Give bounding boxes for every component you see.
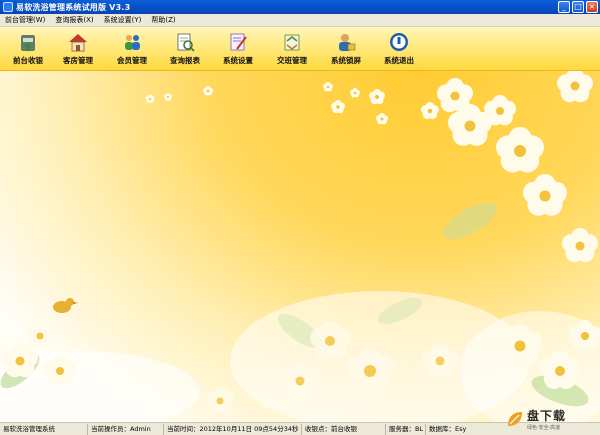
cash-register-icon: $ [21, 35, 35, 53]
main-background [0, 71, 600, 422]
system-exit-button[interactable]: 系统退出 [373, 31, 425, 69]
members-icon [125, 35, 140, 50]
toolbar-label: 前台收银 [13, 56, 43, 65]
user-lock-icon [339, 34, 356, 51]
toolbar-label: 系统设置 [223, 56, 253, 65]
svg-text:$: $ [25, 42, 32, 53]
menu-front-desk[interactable]: 前台管理(W) [0, 15, 50, 25]
report-search-icon [177, 33, 195, 52]
toolbar-label: 会员管理 [117, 56, 147, 65]
menu-settings[interactable]: 系统设置(Y) [99, 15, 147, 25]
system-settings-button[interactable]: 系统设置 [212, 31, 264, 69]
leaf-logo-icon [508, 412, 522, 426]
menu-reports[interactable]: 查询报表(X) [50, 15, 98, 25]
toolbar-label: 系统退出 [384, 56, 414, 65]
maximize-button[interactable]: □ [572, 1, 584, 13]
shift-management-button[interactable]: 交班管理 [266, 31, 318, 69]
watermark-subtitle: 绿色·安全·高速 [527, 425, 561, 431]
status-time: 当前时间：2012年10月11日 09点54分34秒 [164, 423, 302, 435]
toolbar: $ 前台收银 客房管理 会员管理 查询报表 系统设置 交班管理 系统锁屏 系统退… [0, 27, 600, 71]
house-icon [69, 34, 87, 52]
room-management-button[interactable]: 客房管理 [52, 31, 104, 69]
shift-handover-icon [284, 34, 300, 51]
system-lock-button[interactable]: 系统锁屏 [320, 31, 372, 69]
menu-bar: 前台管理(W) 查询报表(X) 系统设置(Y) 帮助(Z) [0, 14, 600, 27]
toolbar-label: 查询报表 [170, 56, 200, 65]
member-management-button[interactable]: 会员管理 [106, 31, 158, 69]
power-exit-icon [390, 33, 408, 51]
toolbar-label: 交班管理 [277, 56, 307, 65]
status-operator: 当前操作员：Admin [88, 423, 164, 435]
status-system-name: 易软洗浴管理系统 [0, 423, 88, 435]
app-icon [3, 2, 13, 12]
menu-help[interactable]: 帮助(Z) [146, 15, 180, 25]
toolbar-label: 系统锁屏 [331, 56, 361, 65]
floral-background [0, 71, 600, 422]
status-cashier-point: 收银点：前台收银 [302, 423, 386, 435]
window-controls: _ □ × [558, 1, 598, 13]
watermark-title: 盘下载 [527, 409, 567, 423]
title-bar: 易软洗浴管理系统试用版 V3.3 _ □ × [0, 0, 600, 14]
download-site-watermark: 盘下载 绿色·安全·高速 [506, 405, 596, 433]
window-title: 易软洗浴管理系统试用版 V3.3 [16, 2, 131, 12]
front-cashier-button[interactable]: $ 前台收银 [2, 31, 54, 69]
close-button[interactable]: × [586, 1, 598, 13]
toolbar-label: 客房管理 [63, 56, 93, 65]
settings-document-icon [230, 33, 247, 51]
minimize-button[interactable]: _ [558, 1, 570, 13]
status-server: 服务器：BL [386, 423, 426, 435]
query-report-button[interactable]: 查询报表 [159, 31, 211, 69]
status-database: 数据库：Esy [429, 424, 467, 433]
